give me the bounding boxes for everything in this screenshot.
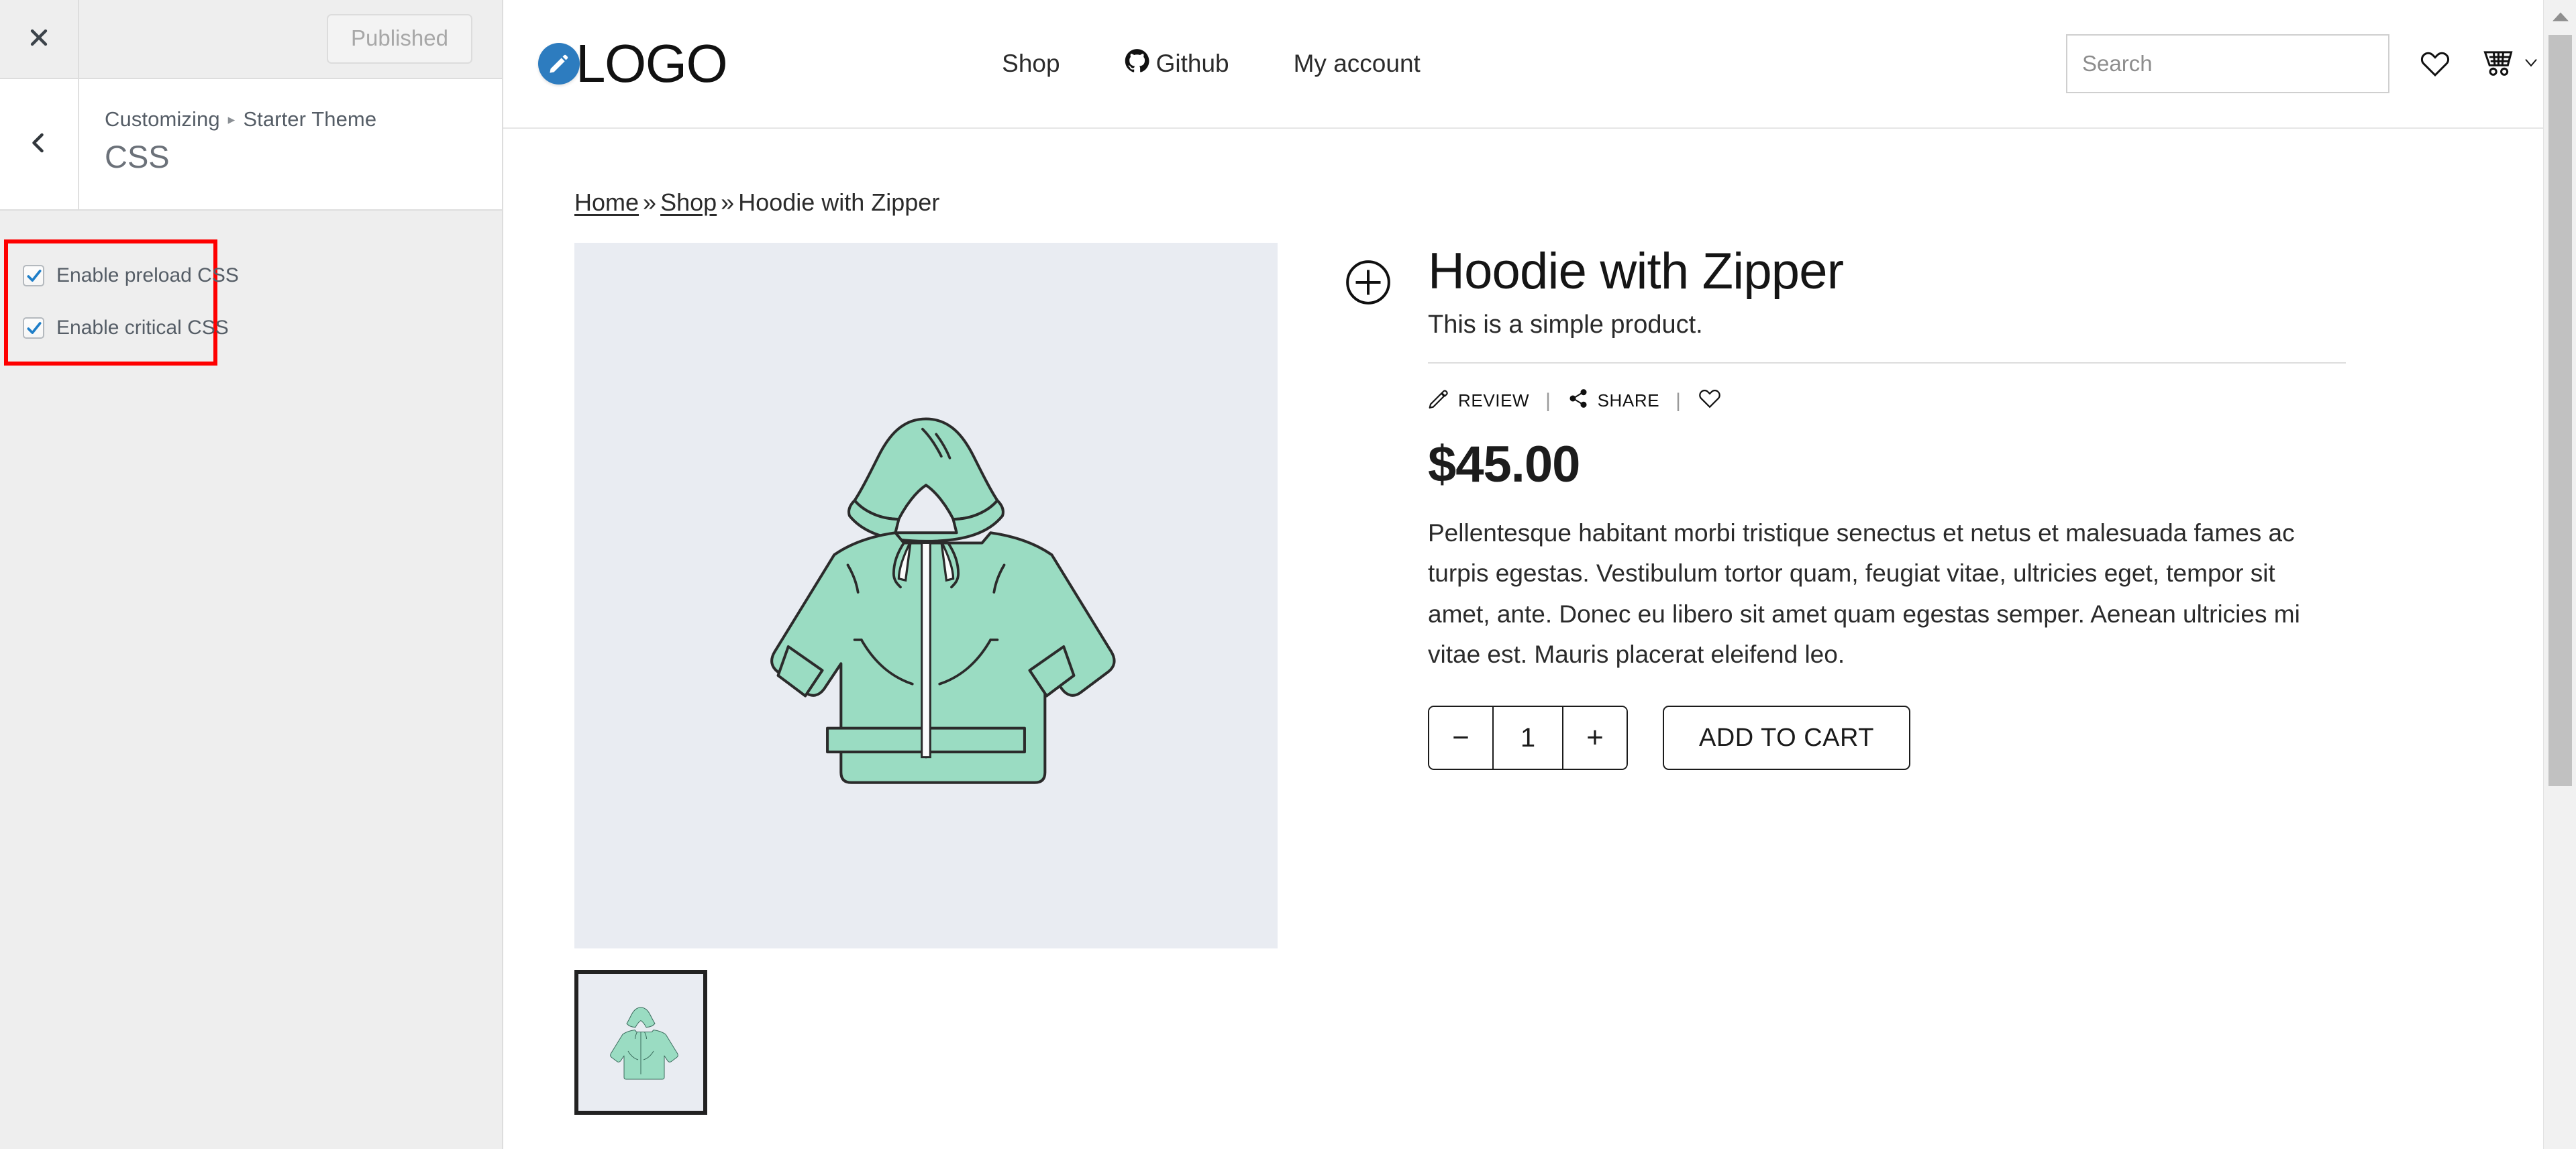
panel-title: CSS <box>105 139 170 175</box>
meta-separator-1: | <box>1545 389 1551 412</box>
header-utilities <box>2066 34 2541 93</box>
section-titles: Customizing ▸ Starter Theme CSS <box>79 79 502 209</box>
hoodie-illustration <box>770 417 1116 784</box>
customizer-app: Published Customizing ▸ Starter Theme CS… <box>0 0 2576 1149</box>
product-detail: Hoodie with Zipper This is a simple prod… <box>538 215 2541 1115</box>
nav-item-my-account[interactable]: My account <box>1294 50 1421 78</box>
topbar-actions: Published <box>79 0 502 78</box>
nav-label-github: Github <box>1155 50 1229 77</box>
highlighted-settings-group: Enable preload CSS Enable critical CSS <box>4 239 239 366</box>
page-scrollbar[interactable] <box>2543 0 2576 1149</box>
site-header: LOGO Shop Github My account <box>503 0 2576 129</box>
chevron-left-icon <box>27 131 51 158</box>
review-action[interactable]: REVIEW <box>1428 388 1529 414</box>
share-label: SHARE <box>1597 390 1660 411</box>
breadcrumb-separator-icon: ▸ <box>227 111 236 127</box>
nav-item-shop[interactable]: Shop <box>1002 50 1060 78</box>
breadcrumb-root[interactable]: Customizing <box>105 106 220 133</box>
close-x-icon <box>28 26 50 52</box>
add-to-cart-button[interactable]: ADD TO CART <box>1663 706 1910 771</box>
zoom-plus-icon[interactable] <box>1343 258 1393 307</box>
quantity-stepper: − 1 + <box>1428 706 1628 771</box>
product-meta-actions: REVIEW | SHARE | <box>1428 386 2238 415</box>
checkbox-enable-critical-css[interactable] <box>23 317 44 339</box>
chevron-down-icon <box>2521 52 2541 76</box>
quantity-value[interactable]: 1 <box>1492 707 1563 769</box>
nav-label-shop: Shop <box>1002 50 1060 77</box>
site-logo[interactable]: LOGO <box>538 34 728 93</box>
add-to-wishlist-button[interactable] <box>1698 386 1722 415</box>
github-icon <box>1125 48 1149 79</box>
wishlist-heart-icon[interactable] <box>2419 48 2451 80</box>
page-content: Home» Shop» Hoodie with Zipper Hoodie wi… <box>503 129 2576 1115</box>
breadcrumb-sep-1: » <box>643 188 657 216</box>
breadcrumb-sep-2: » <box>721 188 735 216</box>
back-button[interactable] <box>0 79 79 209</box>
share-icon <box>1567 388 1589 414</box>
nav-item-github[interactable]: Github <box>1125 48 1229 79</box>
breadcrumb-home[interactable]: Home <box>574 188 639 216</box>
quantity-decrement-button[interactable]: − <box>1429 707 1492 769</box>
heart-icon <box>1698 386 1722 415</box>
nav-label-my-account: My account <box>1293 50 1421 77</box>
review-label: REVIEW <box>1458 390 1530 411</box>
cart-button[interactable] <box>2481 45 2541 83</box>
setting-enable-preload-css[interactable]: Enable preload CSS <box>8 258 239 293</box>
label-enable-preload-css: Enable preload CSS <box>56 264 239 286</box>
breadcrumb-shop[interactable]: Shop <box>660 188 717 216</box>
search-input[interactable] <box>2082 51 2373 76</box>
customizer-breadcrumb: Customizing ▸ Starter Theme <box>105 106 502 133</box>
customizer-controls: Enable preload CSS Enable critical CSS <box>0 239 502 1149</box>
product-gallery <box>574 243 1286 1115</box>
product-thumbnail-1[interactable] <box>574 970 707 1115</box>
customizer-topbar: Published <box>0 0 502 79</box>
product-price: $45.00 <box>1428 436 1580 494</box>
checkbox-enable-preload-css[interactable] <box>23 265 44 286</box>
meta-separator-2: | <box>1676 389 1682 412</box>
scroll-up-arrow-icon[interactable] <box>2544 0 2576 33</box>
cart-icon <box>2481 45 2516 83</box>
customizer-sidebar: Published Customizing ▸ Starter Theme CS… <box>0 0 503 1149</box>
label-enable-critical-css: Enable critical CSS <box>56 317 229 339</box>
search-box[interactable] <box>2066 34 2389 93</box>
main-navigation: Shop Github My account <box>1002 48 1421 79</box>
site-preview: LOGO Shop Github My account Search Home … <box>503 0 2576 1149</box>
summary-divider <box>1428 362 2346 364</box>
product-summary: Hoodie with Zipper This is a simple prod… <box>1286 243 2346 1115</box>
published-button[interactable]: Published <box>327 14 472 64</box>
product-description: Pellentesque habitant morbi tristique se… <box>1428 519 2300 668</box>
quantity-increment-button[interactable]: + <box>1563 707 1627 769</box>
purchase-controls: − 1 + ADD TO CART <box>1428 706 2238 771</box>
pencil-icon <box>1428 388 1449 414</box>
breadcrumb: Home» Shop» Hoodie with Zipper <box>538 129 2541 215</box>
breadcrumb-current: Hoodie with Zipper <box>738 188 940 216</box>
hoodie-thumbnail-illustration <box>610 1007 678 1080</box>
site-logo-text: LOGO <box>576 34 728 93</box>
customizer-section-header: Customizing ▸ Starter Theme CSS <box>0 79 502 211</box>
close-customizer-button[interactable] <box>0 0 79 78</box>
product-thumbnails <box>574 970 1286 1115</box>
breadcrumb-theme[interactable]: Starter Theme <box>243 106 376 133</box>
pencil-circle-icon <box>538 43 580 85</box>
setting-enable-critical-css[interactable]: Enable critical CSS <box>8 311 229 345</box>
product-main-image[interactable] <box>574 243 1278 948</box>
share-action[interactable]: SHARE <box>1567 388 1660 414</box>
product-subtitle: This is a simple product. <box>1428 311 1703 339</box>
scrollbar-thumb[interactable] <box>2548 35 2572 786</box>
product-title: Hoodie with Zipper <box>1428 243 1844 300</box>
